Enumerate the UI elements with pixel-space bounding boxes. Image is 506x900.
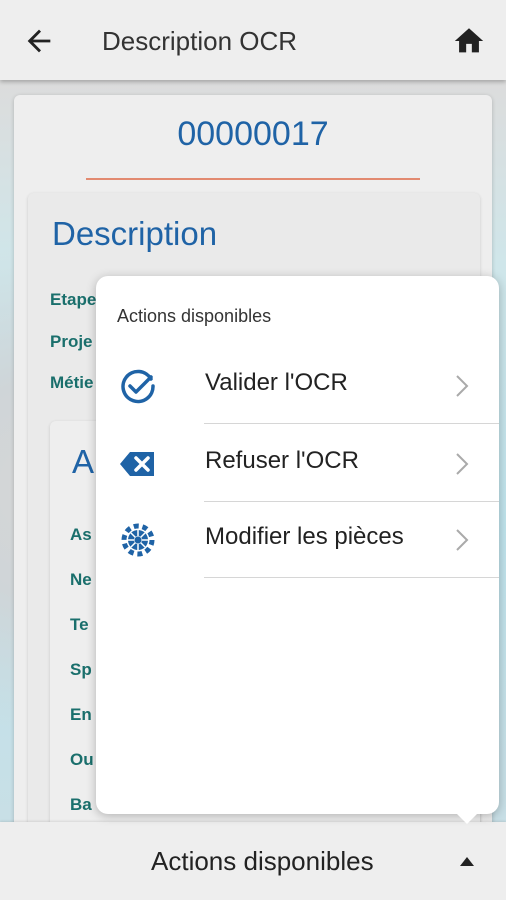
chevron-right-icon	[456, 375, 469, 397]
action-modify-parts[interactable]: Modifier les pièces	[96, 502, 499, 578]
caret-up-icon[interactable]	[458, 854, 476, 868]
backspace-x-icon	[120, 452, 154, 476]
actions-popover: Actions disponibles Valider l'OCR Refuse…	[96, 276, 499, 824]
divider	[86, 178, 420, 180]
ocr-number: 00000017	[177, 115, 329, 153]
check-circle-icon	[121, 369, 155, 404]
divider	[204, 577, 499, 578]
field-label: As	[70, 525, 92, 544]
action-refuse-ocr[interactable]: Refuser l'OCR	[96, 426, 499, 502]
divider	[204, 423, 499, 424]
field-label: Métie	[50, 373, 94, 392]
description-heading: Description	[52, 215, 218, 252]
gear-icon	[121, 523, 155, 557]
field-label: Ou	[70, 750, 94, 769]
action-validate-ocr[interactable]: Valider l'OCR	[96, 348, 499, 424]
field-label: Ba	[70, 795, 92, 814]
actions-toggle-button[interactable]: Actions disponibles	[151, 846, 374, 877]
chevron-right-icon	[456, 529, 469, 551]
arrow-back-icon[interactable]	[22, 24, 56, 58]
bottom-bar: Actions disponibles	[0, 822, 506, 900]
field-label: Etape	[50, 290, 97, 309]
field-label: Proje	[50, 332, 93, 351]
field-label: Sp	[70, 660, 92, 679]
action-label: Modifier les pièces	[205, 523, 404, 550]
field-label: En	[70, 705, 92, 724]
action-label: Refuser l'OCR	[205, 447, 359, 474]
page-title: Description OCR	[102, 26, 298, 56]
action-label: Valider l'OCR	[205, 369, 348, 396]
popover-title: Actions disponibles	[117, 306, 272, 326]
home-icon[interactable]	[452, 24, 486, 58]
popover-pointer	[457, 814, 477, 824]
sub-card-heading: A	[72, 443, 95, 480]
field-label: Te	[70, 615, 89, 634]
app-bar: Description OCR	[0, 0, 506, 80]
chevron-right-icon	[456, 453, 469, 475]
field-label: Ne	[70, 570, 92, 589]
